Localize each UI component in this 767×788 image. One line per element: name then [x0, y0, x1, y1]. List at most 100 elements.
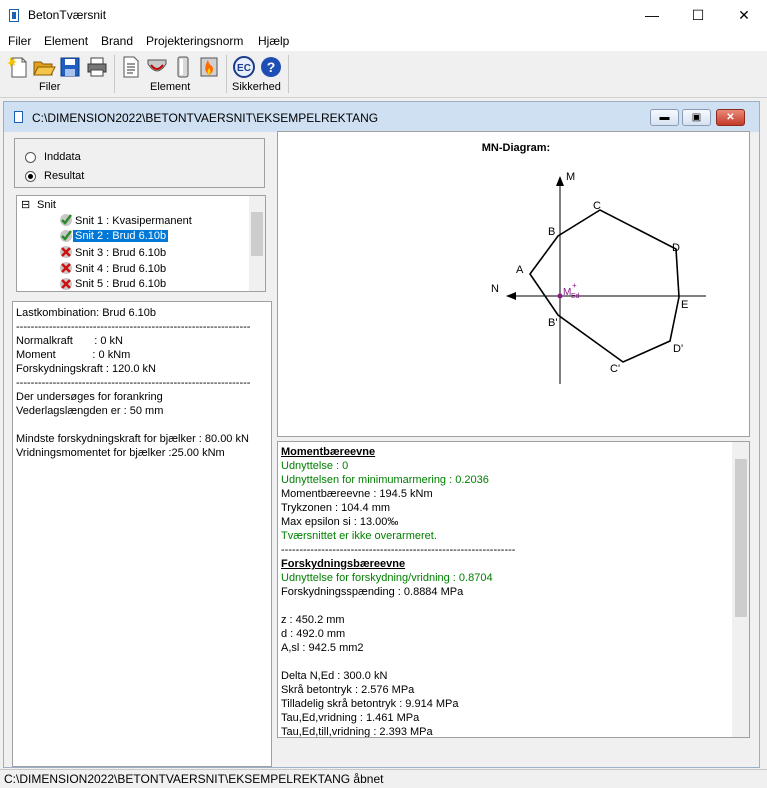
section-icon[interactable] [145, 55, 169, 79]
menu-element[interactable]: Element [44, 34, 88, 48]
save-icon[interactable] [58, 55, 82, 79]
separator-line: ----------------------------------------… [281, 544, 516, 556]
shear-capacity-heading: Forskydningsbæreevne [281, 558, 406, 570]
ec-icon[interactable]: EC [232, 55, 256, 79]
point-label-d: D [672, 242, 680, 254]
menu-bar: Filer Element Brand Projekteringsnorm Hj… [0, 31, 767, 51]
print-icon[interactable] [85, 55, 109, 79]
anchorage-check: Der undersøges for forankring [16, 391, 163, 403]
normal-force: Normalkraft : 0 kN [16, 335, 123, 347]
tree-item-snit-2[interactable]: Snit 2 : Brud 6.10b [73, 230, 169, 242]
mode-group: Inddata Resultat [14, 138, 265, 188]
point-label-e: E [681, 299, 688, 311]
tree-scrollbar-thumb[interactable] [251, 212, 263, 256]
results-scrollbar[interactable] [732, 442, 749, 737]
inclined-compression: Skrå betontryk : 2.576 MPa [281, 684, 415, 696]
toolbar-group-filer: Filer [39, 81, 61, 93]
toolbar-separator [288, 55, 289, 93]
mn-diagram: MN-Diagram: M N A B C D E D' C' B' M Ed … [482, 142, 706, 384]
radio-inddata-circle[interactable] [25, 151, 36, 163]
results-scrollbar-thumb[interactable] [735, 459, 747, 617]
status-bar: C:\DIMENSION2022\BETONTVAERSNIT\EKSEMPEL… [0, 769, 767, 788]
maximize-button[interactable]: ☐ [675, 0, 721, 31]
allowable-inclined-compression: Tilladelig skrå betontryk : 9.914 MPa [281, 698, 459, 710]
tree-item-snit-4[interactable]: Snit 4 : Brud 6.10b [75, 263, 166, 275]
not-overreinforced: Tværsnittet er ikke overarmeret. [281, 530, 437, 542]
menu-projekteringsnorm[interactable]: Projekteringsnorm [146, 34, 243, 48]
check-icon [60, 230, 72, 242]
toolbar-group-element: Element [150, 81, 191, 93]
document-icon [14, 111, 23, 123]
close-button[interactable]: ✕ [721, 0, 767, 31]
moment: Moment : 0 kNm [16, 349, 131, 361]
support-length: Vederlagslængden er : 50 mm [16, 405, 164, 417]
tree-item-snit-1[interactable]: Snit 1 : Kvasipermanent [75, 215, 192, 227]
error-icon [60, 246, 72, 258]
tree-item-snit-3[interactable]: Snit 3 : Brud 6.10b [75, 247, 166, 259]
document-maximize-button[interactable]: ▣ [682, 109, 711, 126]
point-label-b-prime: B' [548, 317, 557, 329]
svg-text:?: ? [267, 59, 276, 75]
toolbar: EC ? Filer Element Sikkerhed [0, 51, 767, 98]
point-label-a: A [516, 264, 524, 276]
check-icon [60, 214, 72, 226]
shear-utilization: Udnyttelse for forskydning/vridning : 0.… [281, 572, 493, 584]
n-axis-arrow [506, 292, 516, 300]
section-tree: ⊟ Snit Snit 1 : Kvasipermanent Snit 2 : … [16, 195, 266, 292]
document-titlebar: C:\DIMENSION2022\BETONTVAERSNIT\EKSEMPEL… [4, 102, 759, 132]
menu-filer[interactable]: Filer [8, 34, 31, 48]
column-icon[interactable] [171, 55, 195, 79]
document-title: C:\DIMENSION2022\BETONTVAERSNIT\EKSEMPEL… [32, 111, 379, 125]
radio-inddata[interactable]: Inddata [25, 151, 81, 163]
toolbar-separator [114, 55, 115, 93]
moment-capacity-heading: Momentbæreevne [281, 446, 376, 458]
point-label-c: C [593, 200, 601, 212]
error-icon [60, 262, 72, 274]
open-icon[interactable] [32, 55, 56, 79]
max-epsilon: Max epsilon si : 13.00‰ [281, 516, 399, 528]
app-icon [9, 9, 19, 22]
fire-icon[interactable] [197, 55, 221, 79]
tree-root-label[interactable]: Snit [37, 199, 56, 211]
utilization: Udnyttelse : 0 [281, 460, 349, 472]
toolbar-separator [226, 55, 227, 93]
tree-scrollbar[interactable] [249, 196, 265, 291]
n-axis-label: N [491, 283, 499, 295]
document-close-button[interactable]: ✕ [716, 109, 745, 126]
menu-brand[interactable]: Brand [101, 34, 133, 48]
point-label-c-prime: C' [610, 363, 620, 375]
minimize-button[interactable]: — [629, 0, 675, 31]
radio-resultat-circle[interactable] [25, 170, 36, 182]
document-window: C:\DIMENSION2022\BETONTVAERSNIT\EKSEMPEL… [3, 101, 760, 768]
point-label-d-prime: D' [673, 343, 683, 355]
moment-capacity: Momentbæreevne : 194.5 kNm [281, 488, 433, 500]
error-icon [60, 278, 72, 290]
med-subscript: Ed [571, 293, 580, 300]
window-titlebar: BetonTværsnit — ☐ ✕ [0, 0, 767, 31]
load-combination: Lastkombination: Brud 6.10b [16, 307, 157, 319]
med-superscript: + [572, 281, 577, 290]
tree-toggle[interactable]: ⊟ [21, 198, 30, 211]
tau-ed-allowable-torsion: Tau,Ed,till,vridning : 2.393 MPa [281, 726, 433, 738]
tau-ed-torsion: Tau,Ed,vridning : 1.461 MPa [281, 712, 420, 724]
lever-arm-z: z : 450.2 mm [281, 614, 345, 626]
diagram-title: MN-Diagram: [482, 142, 550, 154]
shear-stress: Forskydningsspænding : 0.8884 MPa [281, 586, 464, 598]
m-axis-label: M [566, 171, 575, 183]
separator-line: ----------------------------------------… [16, 377, 251, 389]
steel-area-asl: A,sl : 942.5 mm2 [281, 642, 364, 654]
menu-hjaelp[interactable]: Hjælp [258, 34, 289, 48]
med-marker [557, 293, 563, 299]
svg-text:EC: EC [237, 63, 251, 74]
new-icon[interactable] [7, 55, 31, 79]
torsion-moment: Vridningsmomentet for bjælker :25.00 kNm [16, 447, 225, 459]
radio-resultat[interactable]: Resultat [25, 170, 84, 182]
document-minimize-button[interactable]: ▬ [650, 109, 679, 126]
tree-item-snit-5[interactable]: Snit 5 : Brud 6.10b [75, 278, 166, 290]
point-label-b: B [548, 226, 555, 238]
radio-inddata-label: Inddata [44, 151, 81, 163]
element-list-icon[interactable] [119, 55, 143, 79]
help-icon[interactable]: ? [259, 55, 283, 79]
mn-diagram-panel: MN-Diagram: M N A B C D E D' C' B' M Ed … [277, 131, 750, 437]
separator-line: ----------------------------------------… [16, 321, 251, 333]
